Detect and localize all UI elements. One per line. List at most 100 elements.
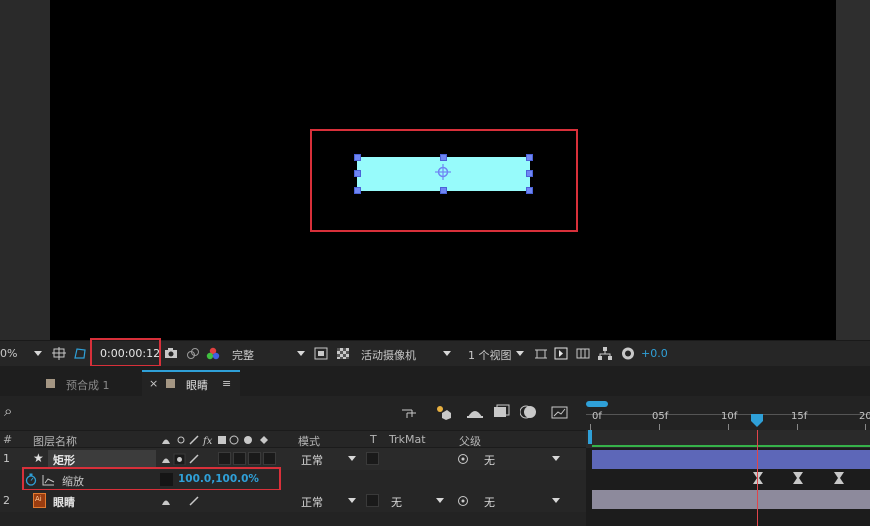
svg-text:fx: fx [202, 436, 213, 446]
adjustment-switch[interactable] [263, 452, 276, 465]
tab-eyes[interactable]: × 眼睛 ≡ [142, 370, 240, 396]
t-column-header[interactable]: T [370, 433, 377, 446]
keyframe-icon[interactable] [753, 472, 763, 484]
playhead-icon[interactable] [751, 414, 763, 428]
transform-handle[interactable] [354, 154, 361, 161]
color-channels-icon[interactable] [206, 347, 220, 360]
timecode-highlight-box [90, 338, 161, 367]
timeline-panel-icon[interactable] [576, 347, 590, 360]
chevron-down-icon[interactable] [348, 498, 356, 503]
scale-highlight-box [22, 467, 281, 491]
ruler-tick-label: 05f [652, 411, 669, 422]
layer-row[interactable]: 2 Ai 眼睛 正常 无 无 [0, 490, 586, 512]
graph-editor-icon[interactable] [551, 404, 569, 420]
camera-select[interactable]: 活动摄像机 [361, 347, 416, 363]
exposure-value[interactable]: +0.0 [641, 347, 668, 360]
work-area-start-handle[interactable] [588, 430, 592, 444]
empty-layer-area [0, 512, 586, 526]
render-cache-bar [592, 445, 870, 447]
transform-handle[interactable] [354, 187, 361, 194]
chevron-down-icon[interactable] [443, 351, 451, 356]
work-area-start-icon[interactable] [586, 400, 610, 408]
preserve-transparency-switch[interactable] [366, 494, 379, 507]
parent-select[interactable]: 无 [484, 494, 495, 510]
transform-handle[interactable] [440, 187, 447, 194]
layer-2-duration-bar[interactable] [592, 490, 870, 509]
resolution-select[interactable]: 完整 [232, 347, 254, 363]
tab-precomp-1[interactable]: 预合成 1 [30, 370, 140, 396]
composition-icon [166, 379, 175, 388]
frame-blend-switch[interactable] [233, 452, 246, 465]
camera-snapshot-icon[interactable] [164, 347, 178, 360]
grid-guides-icon[interactable] [52, 347, 66, 360]
transform-handle[interactable] [526, 170, 533, 177]
pixel-aspect-icon[interactable] [534, 347, 548, 360]
transparency-grid-icon[interactable] [336, 347, 350, 360]
trkmat-column-header[interactable]: TrkMat [389, 433, 426, 446]
layer-switches-icon[interactable] [160, 495, 200, 507]
search-icon[interactable]: ⌕ [4, 402, 12, 420]
chevron-down-icon[interactable] [516, 351, 524, 356]
draft-3d-icon[interactable] [434, 403, 452, 421]
layer-name-column-header[interactable]: 图层名称 [33, 433, 77, 449]
effect-switch[interactable] [218, 452, 231, 465]
blend-mode-select[interactable]: 正常 [301, 494, 323, 510]
ruler-tick-label: 10f [721, 411, 738, 422]
keyframe-icon[interactable] [793, 472, 803, 484]
parent-column-header[interactable]: 父级 [459, 433, 481, 449]
chevron-down-icon[interactable] [34, 351, 42, 356]
panel-menu-icon[interactable]: ≡ [222, 377, 231, 390]
trkmat-select[interactable]: 无 [391, 494, 402, 510]
transform-handle[interactable] [440, 154, 447, 161]
composition-mini-flowchart-icon[interactable] [401, 406, 417, 420]
mode-column-header[interactable]: 模式 [298, 433, 320, 449]
blend-mode-select[interactable]: 正常 [301, 452, 323, 468]
chevron-down-icon[interactable] [436, 498, 444, 503]
layer-1-duration-bar[interactable] [592, 450, 870, 469]
pick-whip-icon[interactable] [457, 495, 469, 507]
layer-name[interactable]: 眼睛 [53, 494, 75, 510]
illustrator-file-icon: Ai [33, 493, 46, 508]
layer-index: 1 [3, 452, 10, 465]
mask-visibility-icon[interactable] [73, 347, 87, 360]
ruler-tick-label: 15f [791, 411, 808, 422]
chevron-down-icon[interactable] [552, 498, 560, 503]
reset-exposure-icon[interactable] [621, 347, 635, 360]
timeline-track-area[interactable] [586, 430, 870, 526]
layer-switches-icon: fx [162, 435, 268, 446]
fast-preview-icon[interactable] [554, 347, 568, 360]
keyframe-icon[interactable] [834, 472, 844, 484]
composition-icon [46, 379, 55, 388]
chevron-down-icon[interactable] [297, 351, 305, 356]
tab-label: 眼睛 [186, 379, 208, 392]
transform-handle[interactable] [526, 187, 533, 194]
motion-blur-switch[interactable] [248, 452, 261, 465]
flowchart-icon[interactable] [598, 347, 612, 360]
layer-index: 2 [3, 494, 10, 507]
index-column-header: # [3, 433, 13, 446]
current-time-indicator[interactable] [757, 430, 758, 526]
views-select[interactable]: 1 个视图 [468, 347, 512, 363]
panel-tab-bar: 预合成 1 × 眼睛 ≡ [0, 366, 870, 396]
motion-blur-icon[interactable] [520, 404, 538, 420]
zoom-level[interactable]: 0% [0, 347, 17, 360]
chevron-down-icon[interactable] [348, 456, 356, 461]
tab-label: 预合成 1 [66, 379, 110, 392]
frame-blending-icon[interactable] [493, 404, 511, 420]
preserve-transparency-switch[interactable] [366, 452, 379, 465]
chevron-down-icon[interactable] [552, 456, 560, 461]
transform-handle[interactable] [526, 154, 533, 161]
region-of-interest-icon[interactable] [314, 347, 328, 360]
transform-handle[interactable] [354, 170, 361, 177]
pick-whip-icon[interactable] [457, 453, 469, 465]
shy-layers-icon[interactable] [466, 405, 484, 419]
anchor-point-icon[interactable] [434, 163, 452, 181]
close-icon[interactable]: × [149, 377, 158, 390]
layer-switches-icon[interactable] [160, 453, 200, 465]
show-snapshot-icon[interactable] [186, 347, 200, 360]
layer-column-header: # 图层名称 fx 模式 T TrkMat 父级 [0, 430, 586, 448]
layer-name[interactable]: 矩形 [53, 452, 75, 468]
parent-select[interactable]: 无 [484, 452, 495, 468]
time-ruler[interactable]: 0f 05f 10f 15f 20 [586, 396, 870, 430]
ruler-tick-label: 0f [592, 411, 602, 422]
